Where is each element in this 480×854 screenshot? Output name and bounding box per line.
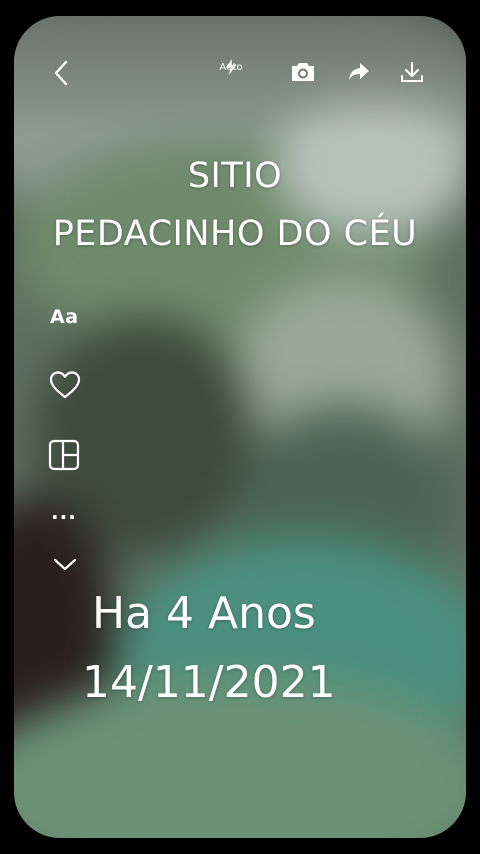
chevron-left-icon xyxy=(54,60,68,86)
title-line-1: SITIO xyxy=(187,156,283,196)
back-button[interactable] xyxy=(46,58,76,88)
blurred-photo-background xyxy=(14,16,466,838)
camera-button[interactable] xyxy=(288,58,318,86)
memory-years-text: Ha 4 Anos xyxy=(92,588,316,639)
photo-preview-screen xyxy=(14,16,466,838)
camera-icon xyxy=(292,63,314,81)
chevron-down-icon xyxy=(53,558,77,571)
download-icon xyxy=(401,62,423,82)
flash-mode-label: Auto xyxy=(219,62,243,73)
memory-date-text: 14/11/2021 xyxy=(82,657,336,708)
download-button[interactable] xyxy=(397,58,427,86)
like-button[interactable] xyxy=(48,370,82,402)
layout-grid-icon xyxy=(48,439,80,471)
more-options-button[interactable]: ... xyxy=(51,500,77,524)
share-button[interactable] xyxy=(344,58,374,86)
text-tool-button[interactable]: Aa xyxy=(50,306,79,328)
share-arrow-icon xyxy=(349,63,369,80)
heart-icon xyxy=(49,371,81,399)
layout-button[interactable] xyxy=(48,439,82,471)
title-line-2: PEDACINHO DO CÉU xyxy=(52,214,418,254)
collapse-button[interactable] xyxy=(52,556,78,574)
